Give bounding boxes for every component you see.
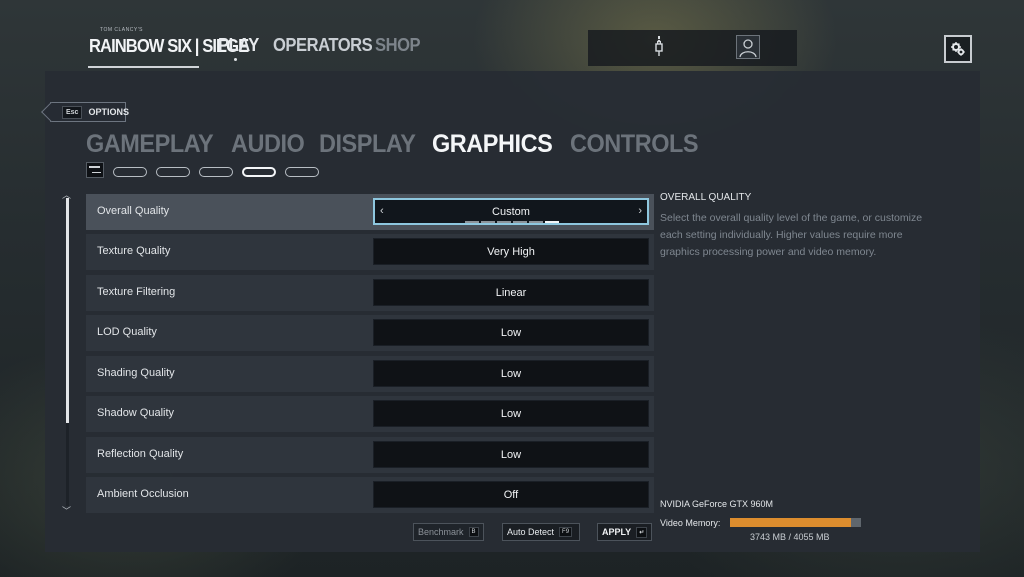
setting-label: Texture Filtering [97, 286, 176, 298]
scrollbar-thumb[interactable] [66, 198, 69, 423]
scroll-down-icon[interactable]: ﹀ [62, 504, 71, 517]
setting-value-selector[interactable]: Low [373, 319, 649, 346]
setting-value: Low [500, 407, 522, 420]
setting-label: Texture Quality [97, 245, 171, 257]
apply-label: APPLY [602, 527, 632, 537]
nav-play[interactable]: PLAY [218, 35, 259, 56]
overall-quality-selector[interactable]: ‹ Custom › [373, 198, 649, 225]
setting-row-shadow-quality[interactable]: Shadow Quality Low [86, 396, 654, 432]
setting-label: Shading Quality [97, 367, 175, 379]
setting-label: Reflection Quality [97, 448, 184, 460]
tab-gameplay[interactable]: GAMEPLAY [86, 130, 214, 159]
tab-graphics[interactable]: GRAPHICS [432, 130, 553, 159]
logo-subtitle: TOM CLANCY'S [100, 27, 143, 33]
gpu-name: NVIDIA GeForce GTX 960M [660, 499, 774, 509]
benchmark-key-hint: B [468, 527, 479, 537]
description-title: OVERALL QUALITY [660, 192, 752, 203]
setting-row-ambient-occlusion[interactable]: Ambient Occlusion Off [86, 477, 654, 513]
tab-display[interactable]: DISPLAY [319, 130, 416, 159]
nav-shop[interactable]: SHOP [375, 35, 421, 56]
back-button-label: OPTIONS [88, 107, 129, 117]
profile-avatar-icon[interactable] [736, 35, 760, 59]
tab-controls[interactable]: CONTROLS [570, 130, 699, 159]
description-text: Select the overall quality level of the … [660, 212, 923, 258]
setting-label: Overall Quality [97, 205, 170, 217]
page-indicator-1[interactable] [113, 167, 147, 177]
setting-value: Low [500, 367, 522, 380]
setting-value: Linear [495, 286, 527, 299]
setting-value-selector[interactable]: Low [373, 441, 649, 468]
setting-value: Off [503, 488, 519, 501]
play-indicator-dot [234, 58, 237, 61]
nav-operators[interactable]: OPERATORS [273, 35, 373, 56]
video-memory-value: 3743 MB / 4055 MB [750, 532, 830, 542]
setting-value-selector[interactable]: Very High [373, 238, 649, 265]
setting-row-texture-filtering[interactable]: Texture Filtering Linear [86, 275, 654, 311]
benchmark-button[interactable]: Benchmark B [413, 523, 484, 541]
chevron-left-icon[interactable]: ‹ [380, 205, 384, 217]
prev-page-bumper-icon[interactable] [86, 162, 104, 178]
page-indicator-2[interactable] [156, 167, 190, 177]
esc-key-hint: Esc [62, 105, 83, 119]
setting-label: Shadow Quality [97, 407, 175, 419]
setting-row-texture-quality[interactable]: Texture Quality Very High [86, 234, 654, 270]
setting-value: Low [500, 448, 522, 461]
setting-row-lod-quality[interactable]: LOD Quality Low [86, 315, 654, 351]
page-indicator-3[interactable] [199, 167, 233, 177]
auto-detect-label: Auto Detect [507, 527, 555, 537]
page-indicator-4[interactable] [242, 167, 276, 177]
tab-audio[interactable]: AUDIO [231, 130, 305, 159]
quality-level-segments [465, 221, 559, 223]
plug-icon[interactable] [653, 36, 665, 58]
settings-gear-button[interactable] [944, 35, 972, 63]
chevron-right-icon[interactable]: › [638, 205, 642, 217]
setting-value-selector[interactable]: Off [373, 481, 649, 508]
benchmark-label: Benchmark [418, 527, 464, 537]
gear-icon [951, 42, 965, 56]
page-indicator-5[interactable] [285, 167, 319, 177]
video-memory-bar-fill [730, 518, 851, 527]
options-tabs: GAMEPLAY AUDIO DISPLAY GRAPHICS CONTROLS [86, 130, 716, 159]
setting-row-reflection-quality[interactable]: Reflection Quality Low [86, 437, 654, 473]
enter-key-icon: ↵ [636, 526, 648, 538]
setting-row-shading-quality[interactable]: Shading Quality Low [86, 356, 654, 392]
setting-value: Custom [492, 205, 530, 218]
setting-value: Low [500, 326, 522, 339]
setting-label: Ambient Occlusion [97, 488, 189, 500]
setting-value-selector[interactable]: Linear [373, 279, 649, 306]
game-logo: TOM CLANCY'S RAINBOW SIX | SIEGE [88, 24, 249, 68]
video-memory-bar [730, 518, 861, 527]
top-bar: TOM CLANCY'S RAINBOW SIX | SIEGE PLAY OP… [0, 0, 1024, 70]
apply-button[interactable]: APPLY ↵ [597, 523, 652, 541]
setting-value-selector[interactable]: Low [373, 400, 649, 427]
setting-value: Very High [487, 245, 535, 258]
auto-detect-button[interactable]: Auto Detect F9 [502, 523, 580, 541]
setting-value-selector[interactable]: Low [373, 360, 649, 387]
options-back-button[interactable]: Esc OPTIONS [50, 102, 129, 122]
setting-label: LOD Quality [97, 326, 157, 338]
auto-detect-key-hint: F9 [559, 527, 573, 537]
squad-panel [588, 30, 797, 66]
video-memory-label: Video Memory: [660, 518, 721, 528]
setting-row-overall-quality[interactable]: Overall Quality ‹ Custom › [86, 194, 654, 230]
